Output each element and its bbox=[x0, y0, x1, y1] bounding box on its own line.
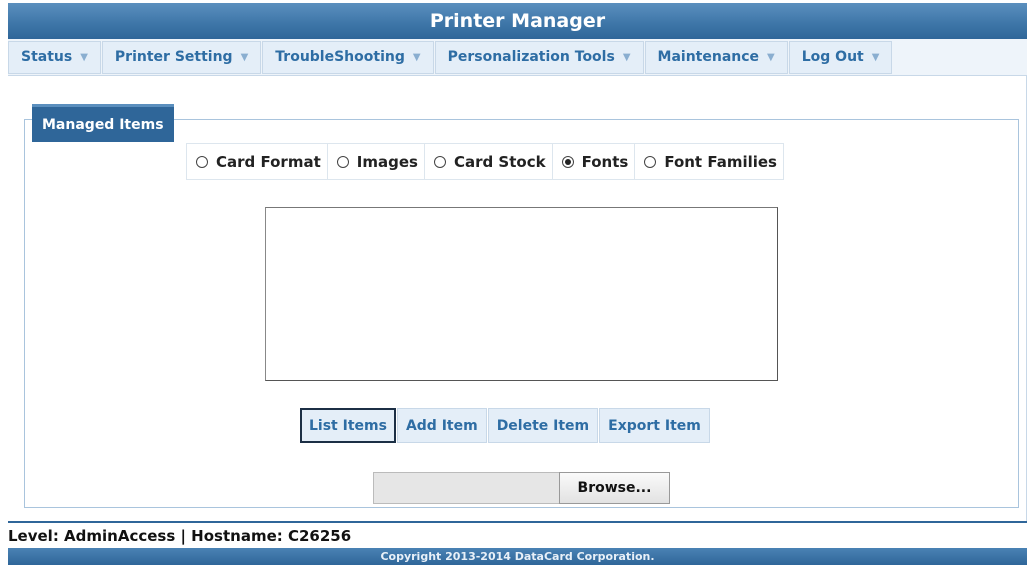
app-title-bar: Printer Manager bbox=[8, 3, 1027, 39]
footer: Copyright 2013-2014 DataCard Corporation… bbox=[8, 548, 1027, 565]
file-upload: Browse... bbox=[373, 472, 670, 504]
radio-label: Images bbox=[356, 152, 418, 171]
radio-font-families[interactable]: Font Families bbox=[635, 144, 783, 179]
radio-button-checked-icon[interactable] bbox=[561, 155, 574, 168]
managed-items-legend: Managed Items bbox=[32, 104, 174, 142]
radio-label: Font Families bbox=[664, 152, 777, 171]
menu-label: Printer Setting bbox=[114, 49, 233, 65]
list-items-button[interactable]: List Items bbox=[300, 408, 396, 443]
radio-label: Card Format bbox=[216, 152, 321, 171]
radio-button-icon[interactable] bbox=[196, 155, 208, 168]
browse-button[interactable]: Browse... bbox=[559, 472, 670, 504]
radio-card-stock[interactable]: Card Stock bbox=[425, 144, 553, 179]
radio-label: Fonts bbox=[581, 152, 629, 171]
menu-personalization-tools[interactable]: Personalization Tools ▼ bbox=[434, 40, 644, 74]
legend-label: Managed Items bbox=[42, 116, 164, 133]
caret-down-icon: ▼ bbox=[622, 51, 631, 63]
file-path-field[interactable] bbox=[373, 472, 559, 504]
caret-down-icon: ▼ bbox=[412, 51, 421, 63]
radio-button-icon[interactable] bbox=[433, 155, 446, 168]
menu-log-out[interactable]: Log Out ▼ bbox=[788, 40, 893, 74]
access-level-hostname: Level: AdminAccess | Hostname: C26256 bbox=[8, 526, 352, 545]
radio-card-format[interactable]: Card Format bbox=[187, 144, 328, 179]
menu-status[interactable]: Status ▼ bbox=[8, 40, 101, 74]
radio-images[interactable]: Images bbox=[328, 144, 425, 179]
radio-fonts[interactable]: Fonts bbox=[553, 144, 636, 179]
menu-label: Maintenance bbox=[657, 49, 760, 65]
export-item-button[interactable]: Export Item bbox=[599, 408, 710, 443]
menu-maintenance[interactable]: Maintenance ▼ bbox=[644, 40, 788, 74]
items-list-box[interactable] bbox=[265, 207, 778, 381]
radio-button-icon[interactable] bbox=[644, 155, 657, 168]
menu-label: Log Out bbox=[801, 49, 864, 65]
caret-down-icon: ▼ bbox=[240, 51, 249, 63]
add-item-button[interactable]: Add Item bbox=[396, 408, 487, 443]
item-type-radio-group: Card Format Images Card Stock Fonts Font… bbox=[186, 143, 784, 180]
app-title: Printer Manager bbox=[429, 10, 606, 32]
menu-printer-setting[interactable]: Printer Setting ▼ bbox=[101, 40, 262, 74]
item-action-buttons: List Items Add Item Delete Item Export I… bbox=[300, 408, 711, 443]
radio-label: Card Stock bbox=[453, 152, 546, 171]
status-line: Level: AdminAccess | Hostname: C26256 bbox=[8, 521, 1027, 548]
menu-troubleshooting[interactable]: TroubleShooting ▼ bbox=[262, 40, 434, 74]
caret-down-icon: ▼ bbox=[80, 51, 88, 63]
radio-button-icon[interactable] bbox=[336, 155, 349, 168]
copyright-text: Copyright 2013-2014 DataCard Corporation… bbox=[380, 550, 655, 563]
menu-label: Status bbox=[21, 49, 73, 65]
delete-item-button[interactable]: Delete Item bbox=[487, 408, 599, 443]
caret-down-icon: ▼ bbox=[871, 51, 880, 63]
caret-down-icon: ▼ bbox=[767, 51, 775, 63]
menu-label: TroubleShooting bbox=[275, 49, 405, 65]
menu-label: Personalization Tools bbox=[447, 49, 615, 65]
main-menu-bar: Status ▼ Printer Setting ▼ TroubleShooti… bbox=[8, 39, 1027, 76]
